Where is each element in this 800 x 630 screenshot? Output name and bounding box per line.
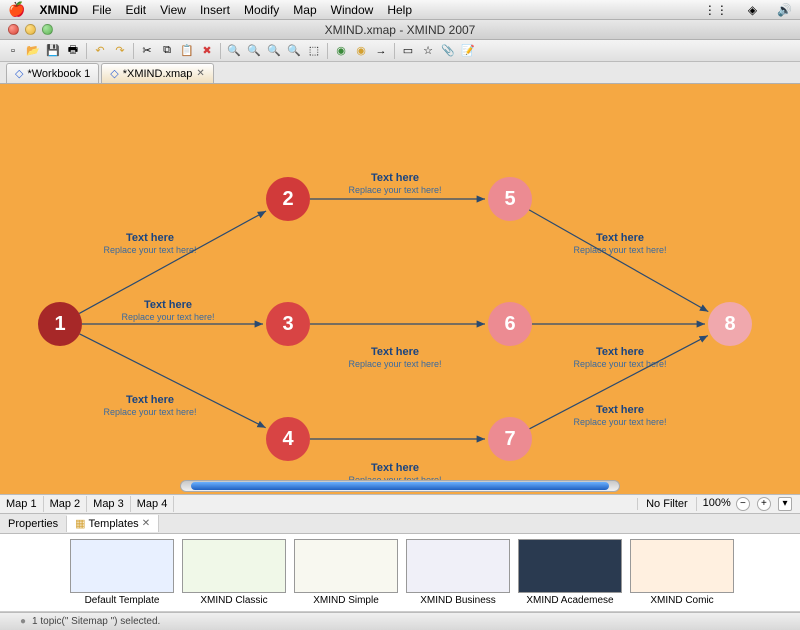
template-item[interactable]: Default Template xyxy=(70,539,174,606)
boundary-button[interactable]: ▭ xyxy=(399,42,417,60)
maptab-2[interactable]: Map 2 xyxy=(44,496,88,512)
attachment-button[interactable]: 📎 xyxy=(439,42,457,60)
paste-button[interactable]: 📋 xyxy=(178,42,196,60)
template-thumb xyxy=(294,539,398,593)
template-thumb xyxy=(518,539,622,593)
note-button[interactable]: 📝 xyxy=(459,42,477,60)
doctab-xmind-xmap[interactable]: ◇ *XMIND.xmap ✕ xyxy=(101,63,214,83)
template-label: XMIND Comic xyxy=(630,595,734,606)
paneltab-templates[interactable]: ▦ Templates ✕ xyxy=(67,515,159,532)
template-item[interactable]: XMIND Business xyxy=(406,539,510,606)
zoom-in-button[interactable]: 🔍 xyxy=(245,42,263,60)
menu-file[interactable]: File xyxy=(92,3,111,17)
cut-button[interactable]: ✂ xyxy=(138,42,156,60)
delete-button[interactable]: ✖ xyxy=(198,42,216,60)
document-tabs: ◇ *Workbook 1 ◇ *XMIND.xmap ✕ xyxy=(0,62,800,84)
maptab-3[interactable]: Map 3 xyxy=(87,496,131,512)
status-text: 1 topic(" Sitemap ") selected. xyxy=(32,616,160,627)
menu-window[interactable]: Window xyxy=(331,3,374,17)
paneltab-properties[interactable]: Properties xyxy=(0,516,67,532)
doctab-workbook1[interactable]: ◇ *Workbook 1 xyxy=(6,63,99,83)
template-label: XMIND Business xyxy=(406,595,510,606)
template-item[interactable]: XMIND Comic xyxy=(630,539,734,606)
undo-button[interactable]: ↶ xyxy=(91,42,109,60)
redo-button[interactable]: ↷ xyxy=(111,42,129,60)
close-icon[interactable]: ✕ xyxy=(142,518,150,529)
doctab-label: *Workbook 1 xyxy=(27,68,90,80)
template-thumb xyxy=(406,539,510,593)
diagram-node-2[interactable]: 2 xyxy=(266,177,310,221)
template-thumb xyxy=(630,539,734,593)
map-tabs-row: Map 1 Map 2 Map 3 Map 4 No Filter 100% −… xyxy=(0,494,800,514)
template-label: XMIND Classic xyxy=(182,595,286,606)
maptab-1[interactable]: Map 1 xyxy=(0,496,44,512)
volume-icon[interactable]: 🔊 xyxy=(777,3,792,17)
template-label: XMIND Simple xyxy=(294,595,398,606)
doctab-label: *XMIND.xmap xyxy=(123,68,193,80)
diagram-node-5[interactable]: 5 xyxy=(488,177,532,221)
zoom-out-button[interactable]: 🔍 xyxy=(225,42,243,60)
template-thumb xyxy=(70,539,174,593)
subtopic-button[interactable]: ◉ xyxy=(352,42,370,60)
zoom-value: 100% xyxy=(703,497,731,509)
status-bullet-icon: ● xyxy=(20,616,26,627)
template-thumb xyxy=(182,539,286,593)
relationship-button[interactable]: → xyxy=(372,42,390,60)
menu-map[interactable]: Map xyxy=(293,3,316,17)
marker-button[interactable]: ☆ xyxy=(419,42,437,60)
print-button[interactable]: 🖶 xyxy=(64,42,82,60)
horizontal-scrollbar[interactable] xyxy=(180,480,620,492)
window-title: XMIND.xmap - XMIND 2007 xyxy=(0,23,800,37)
diagram-node-7[interactable]: 7 xyxy=(488,417,532,461)
menu-edit[interactable]: Edit xyxy=(125,3,146,17)
template-label: Default Template xyxy=(70,595,174,606)
diagram-node-6[interactable]: 6 xyxy=(488,302,532,346)
menu-help[interactable]: Help xyxy=(387,3,412,17)
apple-icon[interactable]: 🍎 xyxy=(8,1,25,18)
diagram-node-1[interactable]: 1 xyxy=(38,302,82,346)
diagram-node-8[interactable]: 8 xyxy=(708,302,752,346)
zoom-out-icon[interactable]: − xyxy=(736,497,750,511)
templates-strip: Default Template XMIND Classic XMIND Simpl… xyxy=(0,534,800,612)
close-icon[interactable]: ✕ xyxy=(196,68,204,79)
filter-label[interactable]: No Filter xyxy=(637,498,696,510)
template-item[interactable]: XMIND Academese xyxy=(518,539,622,606)
menu-view[interactable]: View xyxy=(160,3,186,17)
canvas-area[interactable]: Text hereReplace your text here!Text her… xyxy=(0,84,800,494)
new-button[interactable]: ▫ xyxy=(4,42,22,60)
zoom-select-button[interactable]: ⬚ xyxy=(305,42,323,60)
diagram-node-3[interactable]: 3 xyxy=(266,302,310,346)
zoom-in-icon[interactable]: + xyxy=(757,497,771,511)
app-name[interactable]: XMIND xyxy=(39,3,78,17)
wifi-icon[interactable]: ◈ xyxy=(748,3,757,17)
template-item[interactable]: XMIND Simple xyxy=(294,539,398,606)
template-item[interactable]: XMIND Classic xyxy=(182,539,286,606)
menu-modify[interactable]: Modify xyxy=(244,3,279,17)
status-bar: ● 1 topic(" Sitemap ") selected. xyxy=(0,612,800,630)
open-button[interactable]: 📂 xyxy=(24,42,42,60)
bottom-panel-tabs: Properties ▦ Templates ✕ xyxy=(0,514,800,534)
diagram-node-4[interactable]: 4 xyxy=(266,417,310,461)
topic-button[interactable]: ◉ xyxy=(332,42,350,60)
save-button[interactable]: 💾 xyxy=(44,42,62,60)
toolbar: ▫ 📂 💾 🖶 ↶ ↷ ✂ ⧉ 📋 ✖ 🔍 🔍 🔍 🔍 ⬚ ◉ ◉ → ▭ ☆ … xyxy=(0,40,800,62)
zoom-controls: 100% − + ▾ xyxy=(696,497,800,511)
maptab-4[interactable]: Map 4 xyxy=(131,496,175,512)
menu-insert[interactable]: Insert xyxy=(200,3,230,17)
zoom-actual-button[interactable]: 🔍 xyxy=(265,42,283,60)
mac-menubar: 🍎 XMIND File Edit View Insert Modify Map… xyxy=(0,0,800,20)
zoom-fit-button[interactable]: 🔍 xyxy=(285,42,303,60)
copy-button[interactable]: ⧉ xyxy=(158,42,176,60)
zoom-menu-icon[interactable]: ▾ xyxy=(778,497,792,511)
template-label: XMIND Academese xyxy=(518,595,622,606)
bluetooth-icon[interactable]: ⋮⋮ xyxy=(704,3,728,17)
window-titlebar: XMIND.xmap - XMIND 2007 xyxy=(0,20,800,40)
